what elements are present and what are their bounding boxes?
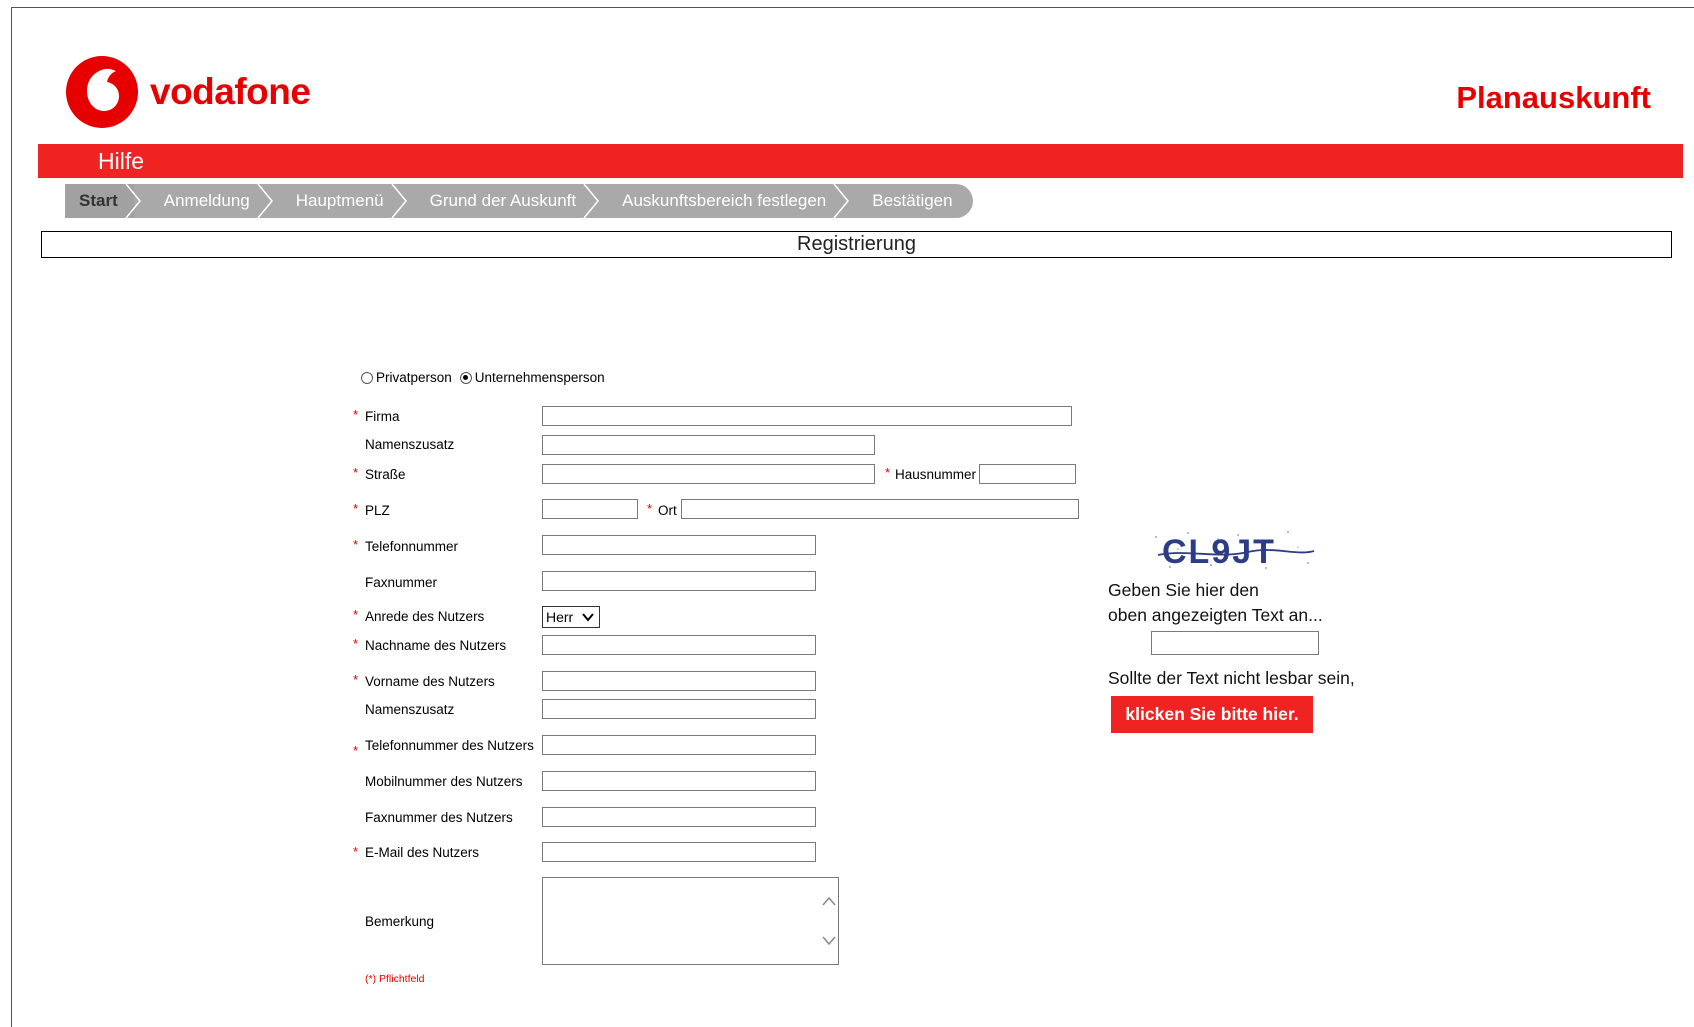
- mobil-nutzer-input[interactable]: [542, 771, 816, 791]
- required-marker: *: [353, 407, 359, 422]
- captcha-image: CL9JT: [1148, 527, 1320, 573]
- nachname-input[interactable]: [542, 635, 816, 655]
- radio-unternehmensperson[interactable]: [459, 371, 472, 384]
- captcha-instruction-1: Geben Sie hier den: [1108, 580, 1259, 600]
- chevron-right-icon: [391, 184, 407, 218]
- ort-input[interactable]: [681, 499, 1079, 519]
- required-marker: *: [353, 672, 359, 687]
- fax-nutzer-input[interactable]: [542, 807, 816, 827]
- radio-privatperson[interactable]: [361, 371, 373, 384]
- label-nachname: Nachname des Nutzers: [365, 638, 507, 653]
- label-fax-nutzer: Faxnummer des Nutzers: [365, 810, 513, 825]
- anrede-select[interactable]: Herr: [542, 606, 600, 628]
- label-anrede: Anrede des Nutzers: [365, 609, 485, 624]
- scroll-up-icon[interactable]: [822, 896, 836, 906]
- namenszusatz-input[interactable]: [542, 435, 875, 455]
- chevron-right-icon: [833, 184, 850, 218]
- anrede-select-value: Herr: [546, 609, 574, 625]
- captcha-distorted-text: CL9JT: [1155, 531, 1315, 571]
- radio-label-privatperson: Privatperson: [376, 370, 452, 385]
- breadcrumb-step-grund[interactable]: Grund der Auskunft: [400, 184, 600, 218]
- required-hint: (*) Pflichtfeld: [365, 973, 425, 985]
- telefonnummer-input[interactable]: [542, 535, 816, 555]
- strasse-input[interactable]: [542, 464, 875, 484]
- captcha-instruction-2: oben angezeigten Text an...: [1108, 605, 1323, 625]
- label-namenszusatz-nutzer: Namenszusatz: [365, 702, 455, 717]
- vodafone-logo[interactable]: vodafone: [65, 55, 311, 129]
- telefon-nutzer-input[interactable]: [542, 735, 816, 755]
- svg-text:CL9JT: CL9JT: [1162, 533, 1276, 571]
- namenszusatz-nutzer-input[interactable]: [542, 699, 816, 719]
- breadcrumb-label: Grund der Auskunft: [429, 191, 577, 210]
- label-ort: Ort: [658, 503, 677, 518]
- vodafone-speechmark-icon: [66, 56, 138, 128]
- required-marker: *: [647, 501, 653, 516]
- hausnummer-input[interactable]: [979, 464, 1076, 484]
- scroll-down-icon[interactable]: [822, 936, 836, 946]
- label-bemerkung: Bemerkung: [365, 914, 435, 929]
- bemerkung-textarea[interactable]: [542, 877, 839, 965]
- breadcrumb-step-hauptmenu[interactable]: Hauptmenü: [266, 184, 407, 218]
- breadcrumb-step-auskunftsbereich[interactable]: Auskunftsbereich festlegen: [592, 184, 850, 218]
- email-nutzer-input[interactable]: [542, 842, 816, 862]
- breadcrumb-label: Bestätigen: [872, 191, 953, 210]
- firma-input[interactable]: [542, 406, 1072, 426]
- chevron-right-icon: [583, 184, 600, 218]
- help-link[interactable]: Hilfe: [98, 148, 144, 175]
- label-strasse: Straße: [365, 467, 406, 482]
- required-marker: *: [353, 537, 359, 552]
- required-marker: *: [353, 465, 359, 480]
- chevron-right-icon: [125, 184, 141, 218]
- brand-name: vodafone: [150, 71, 311, 112]
- section-title: Registrierung: [41, 231, 1672, 258]
- captcha-unreadable-text: Sollte der Text nicht lesbar sein,: [1108, 668, 1355, 688]
- label-mobil-nutzer: Mobilnummer des Nutzers: [365, 774, 523, 789]
- captcha-refresh-button[interactable]: klicken Sie bitte hier.: [1111, 696, 1313, 733]
- label-faxnummer: Faxnummer: [365, 575, 438, 590]
- vorname-input[interactable]: [542, 671, 816, 691]
- required-marker: *: [353, 636, 359, 651]
- app-title: Planauskunft: [1456, 80, 1651, 115]
- required-marker: *: [353, 844, 359, 859]
- label-vorname: Vorname des Nutzers: [365, 674, 495, 689]
- person-type-group: Privatperson Unternehmensperson: [361, 370, 613, 385]
- radio-label-unternehmensperson: Unternehmensperson: [474, 370, 605, 385]
- breadcrumb-label: Start: [79, 191, 118, 210]
- breadcrumb-step-bestaetigen[interactable]: Bestätigen: [842, 184, 972, 218]
- label-firma: Firma: [365, 409, 400, 424]
- breadcrumb-step-start[interactable]: Start: [65, 184, 141, 218]
- required-marker: *: [353, 607, 359, 622]
- plz-input[interactable]: [542, 499, 638, 519]
- label-email-nutzer: E-Mail des Nutzers: [365, 845, 480, 860]
- label-telefon-nutzer: Telefonnummer des Nutzers: [365, 738, 534, 753]
- required-marker: *: [353, 743, 359, 758]
- required-marker: *: [885, 465, 891, 480]
- label-namenszusatz: Namenszusatz: [365, 437, 455, 452]
- chevron-right-icon: [257, 184, 273, 218]
- breadcrumb-label: Anmeldung: [163, 191, 250, 210]
- breadcrumb-label: Auskunftsbereich festlegen: [622, 191, 827, 210]
- menu-bar: Hilfe: [38, 144, 1683, 178]
- breadcrumb-step-anmeldung[interactable]: Anmeldung: [134, 184, 273, 218]
- label-telefonnummer: Telefonnummer: [365, 539, 459, 554]
- breadcrumb: Start Anmeldung Hauptmenü Grund der Ausk…: [65, 184, 973, 218]
- label-hausnummer: Hausnummer: [895, 467, 977, 482]
- faxnummer-input[interactable]: [542, 571, 816, 591]
- label-plz: PLZ: [365, 503, 390, 518]
- required-marker: *: [353, 501, 359, 516]
- captcha-input[interactable]: [1151, 631, 1319, 655]
- breadcrumb-label: Hauptmenü: [295, 191, 384, 210]
- chevron-down-icon: [582, 613, 594, 622]
